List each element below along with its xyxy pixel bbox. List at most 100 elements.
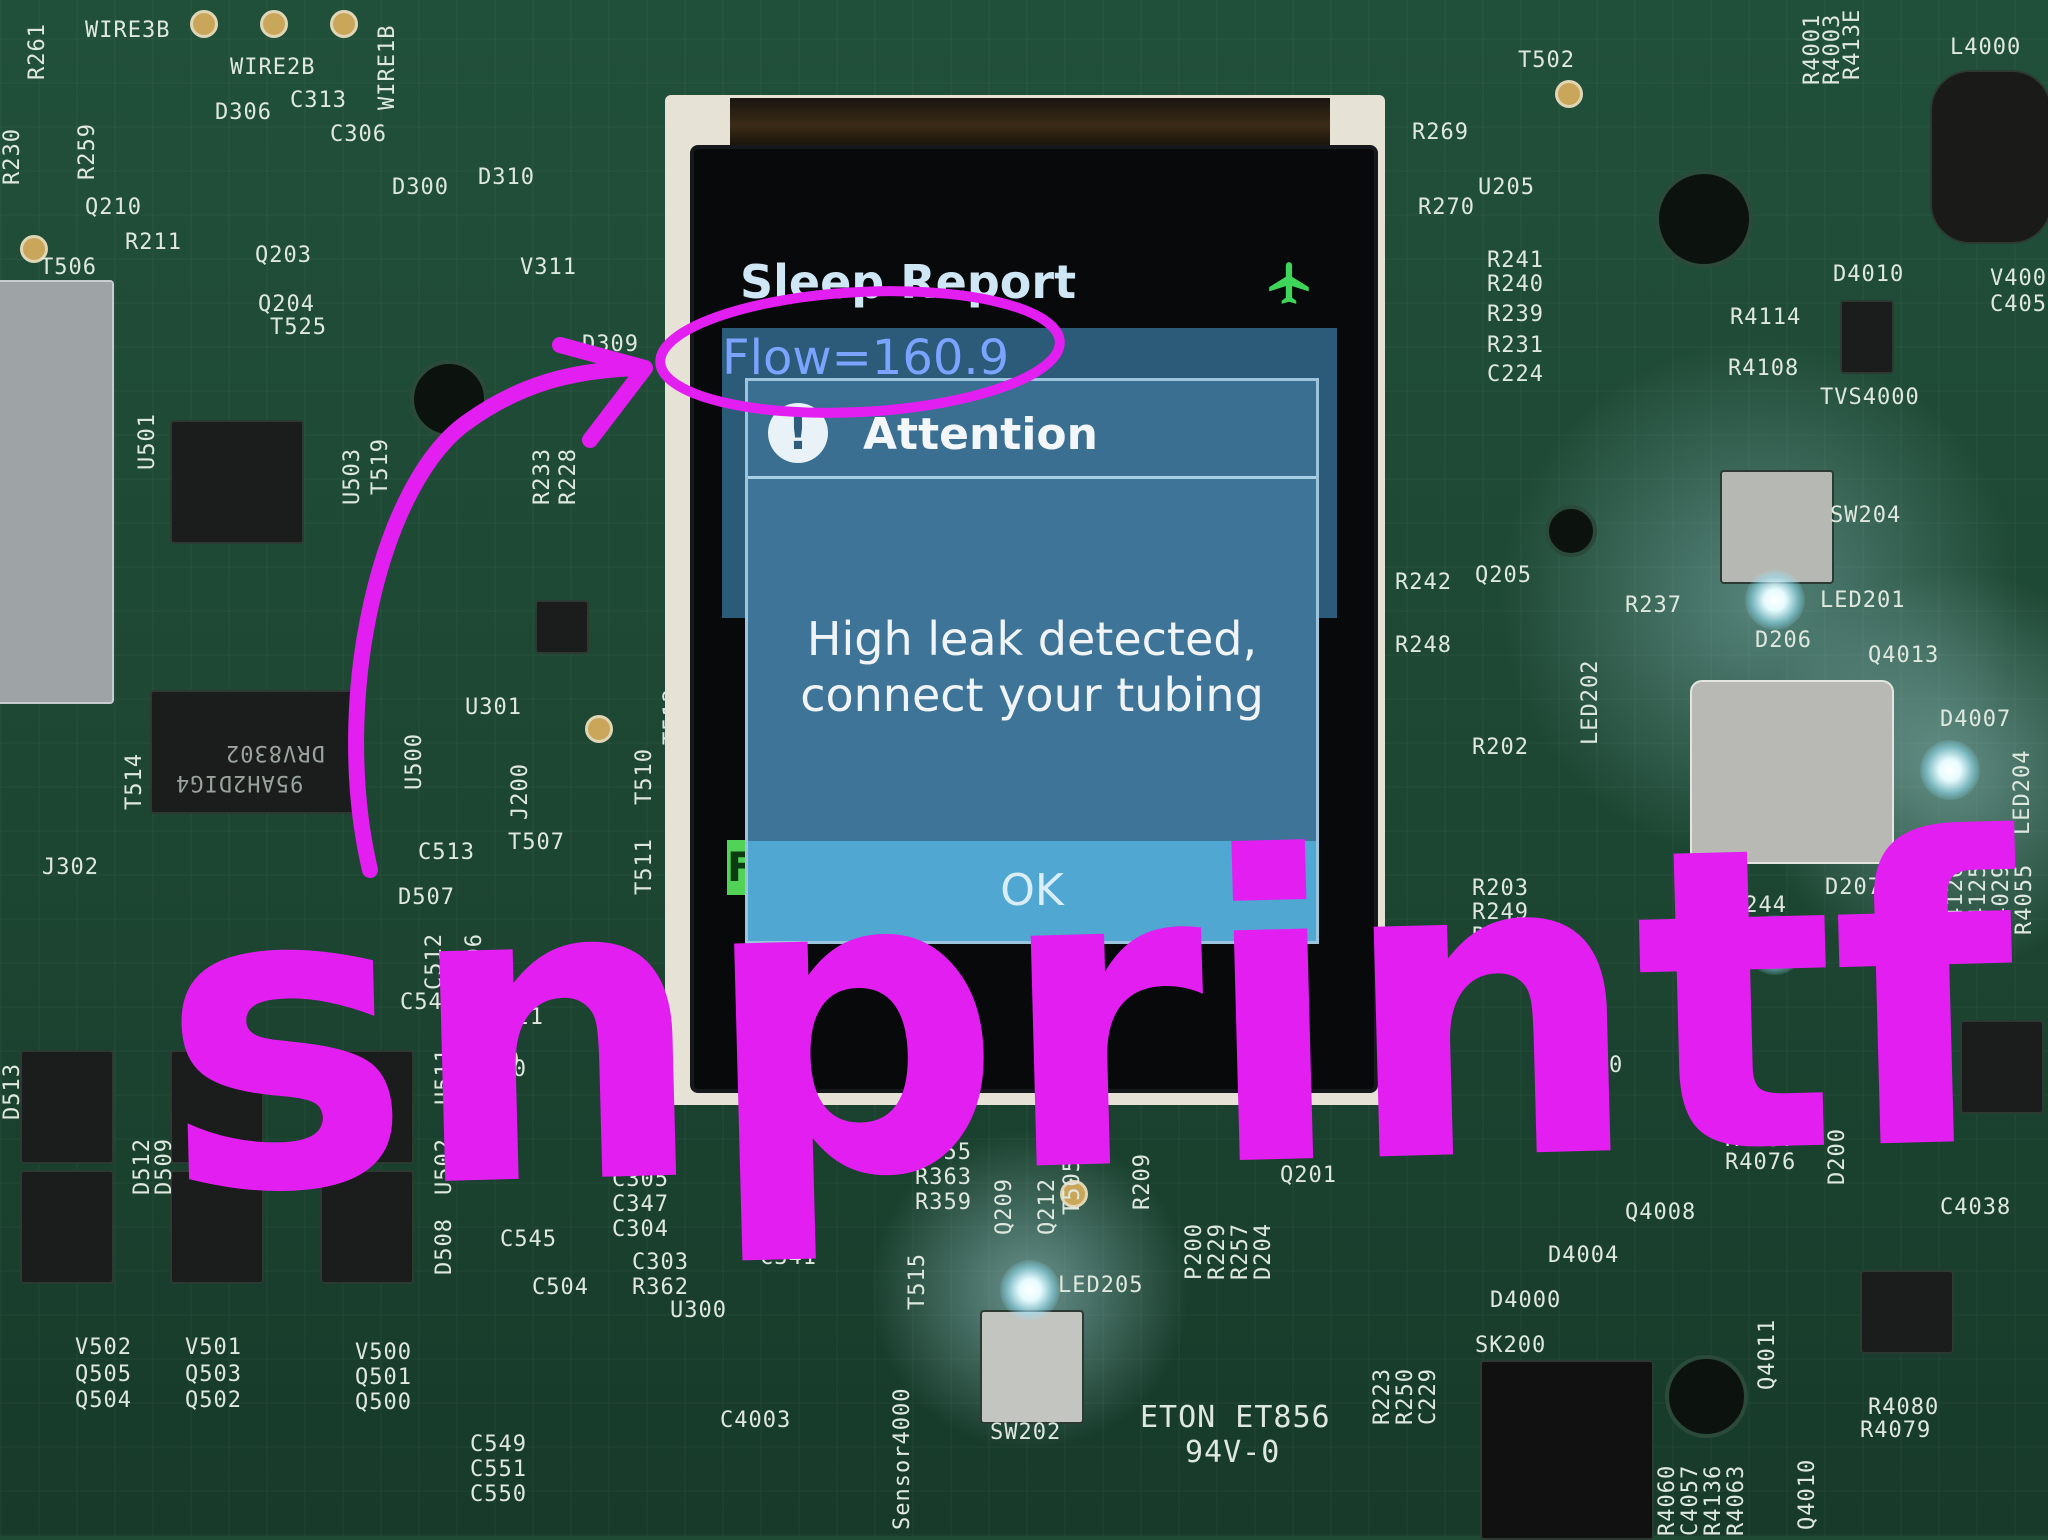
silk-label: C549 — [470, 1432, 527, 1457]
silk-label: R230 — [0, 128, 25, 185]
silk-label: SK200 — [1475, 1333, 1547, 1358]
silk-label: V311 — [520, 255, 577, 280]
silk-label: D4007 — [1940, 707, 2012, 732]
led-205 — [1000, 1260, 1060, 1320]
silk-label: L4000 — [1950, 35, 2022, 60]
chip-marking: 95AH2DIG4 — [175, 770, 304, 795]
silk-label: D309 — [582, 332, 639, 357]
screen-title: Sleep Report — [740, 255, 1077, 309]
silk-label: R270 — [1418, 195, 1475, 220]
silk-label: D206 — [1755, 628, 1812, 653]
silk-label: Q204 — [258, 292, 315, 317]
silk-label: C4057 — [1678, 1464, 1703, 1536]
silk-label: R240 — [1487, 272, 1544, 297]
silk-label: Q4011 — [1755, 1318, 1780, 1390]
silk-label: LED201 — [1820, 588, 1906, 613]
silk-label: U500 — [402, 733, 427, 790]
silk-label: R239 — [1487, 302, 1544, 327]
silk-label: U503 — [340, 448, 365, 505]
silk-label: Q210 — [85, 195, 142, 220]
silk-label: R241 — [1487, 248, 1544, 273]
diode-d4010 — [1840, 300, 1894, 374]
dialog-header: ! Attention — [748, 381, 1316, 479]
silk-label: T519 — [368, 438, 393, 495]
silk-label: C550 — [470, 1482, 527, 1507]
silk-label: R4055 — [2012, 863, 2037, 935]
silk-label: WIRE1B — [375, 24, 400, 110]
connector-sk200 — [1480, 1360, 1654, 1540]
silk-label: R223 — [1370, 1368, 1395, 1425]
handwritten-annotation: snprintf — [153, 750, 2018, 1289]
silk-label: C4003 — [720, 1408, 792, 1433]
silk-label: R4060 — [1655, 1464, 1680, 1536]
silk-label: WIRE3B — [85, 18, 171, 43]
silk-label: R242 — [1395, 570, 1452, 595]
silk-label: 94V-0 — [1185, 1435, 1281, 1470]
silk-label: C504 — [532, 1275, 589, 1300]
silk-label: U301 — [465, 695, 522, 720]
silk-label: R4136 — [1701, 1464, 1726, 1536]
silk-label: V500 — [355, 1340, 412, 1365]
mounting-hole-4 — [1665, 1355, 1748, 1438]
silk-label: Q203 — [255, 243, 312, 268]
tactile-switch-sw204 — [1720, 470, 1834, 584]
silk-label: R231 — [1487, 333, 1544, 358]
test-pad — [330, 10, 358, 38]
silk-label: SW204 — [1830, 503, 1902, 528]
silk-label: R228 — [556, 448, 581, 505]
silk-label: R4079 — [1860, 1418, 1932, 1443]
silk-label: R202 — [1472, 735, 1529, 760]
silk-label: C551 — [470, 1457, 527, 1482]
silk-label: T525 — [270, 315, 327, 340]
silk-label: D513 — [0, 1063, 25, 1120]
silk-label: U205 — [1478, 175, 1535, 200]
silk-label: ETON ET856 — [1140, 1400, 1331, 1435]
silk-label: Q4013 — [1868, 643, 1940, 668]
silk-label: T502 — [1518, 48, 1575, 73]
info-icon: ! — [768, 403, 828, 463]
silk-label: D300 — [392, 175, 449, 200]
sd-card-slot — [0, 280, 114, 704]
led-201 — [1745, 570, 1805, 630]
test-pad — [1555, 80, 1583, 108]
silk-label: J302 — [42, 855, 99, 880]
tactile-switch-sw202 — [980, 1310, 1084, 1424]
silk-label: R237 — [1625, 593, 1682, 618]
silk-label: R4108 — [1728, 356, 1800, 381]
silk-label: Q505 — [75, 1362, 132, 1387]
silk-label: R250 — [1393, 1368, 1418, 1425]
tqfp-chip — [164, 420, 310, 544]
silk-label: R211 — [125, 230, 182, 255]
right-ic — [1860, 1270, 1954, 1354]
silk-label: Q503 — [185, 1362, 242, 1387]
silk-label: D4000 — [1490, 1288, 1562, 1313]
test-pad — [260, 10, 288, 38]
silk-label: V400 — [1990, 266, 2047, 291]
inductor-l4000 — [1930, 70, 2048, 244]
silk-label: R4114 — [1730, 305, 1802, 330]
silk-label: C313 — [290, 88, 347, 113]
silk-label: R259 — [75, 123, 100, 180]
silk-label: C306 — [330, 122, 387, 147]
airplane-icon — [1269, 262, 1309, 304]
dialog-title: Attention — [863, 409, 1098, 460]
silk-label: WIRE2B — [230, 55, 316, 80]
silk-label: R4063 — [1724, 1464, 1749, 1536]
silk-label: LED202 — [1578, 659, 1603, 745]
silk-label: R248 — [1395, 633, 1452, 658]
silk-label: U300 — [670, 1298, 727, 1323]
silk-label: Q504 — [75, 1388, 132, 1413]
silk-label: C224 — [1487, 362, 1544, 387]
silk-label: U501 — [135, 413, 160, 470]
silk-label: Sensor4000 — [890, 1387, 915, 1530]
silk-label: TVS4000 — [1820, 385, 1920, 410]
silk-label: V502 — [75, 1335, 132, 1360]
silk-label: C229 — [1416, 1368, 1441, 1425]
test-pad — [190, 10, 218, 38]
silk-label: D310 — [478, 165, 535, 190]
silk-label: D4010 — [1833, 262, 1905, 287]
silk-label: Q205 — [1475, 563, 1532, 588]
silk-label: C405 — [1990, 292, 2047, 317]
mounting-hole-1 — [410, 360, 488, 438]
test-pad — [585, 715, 613, 743]
